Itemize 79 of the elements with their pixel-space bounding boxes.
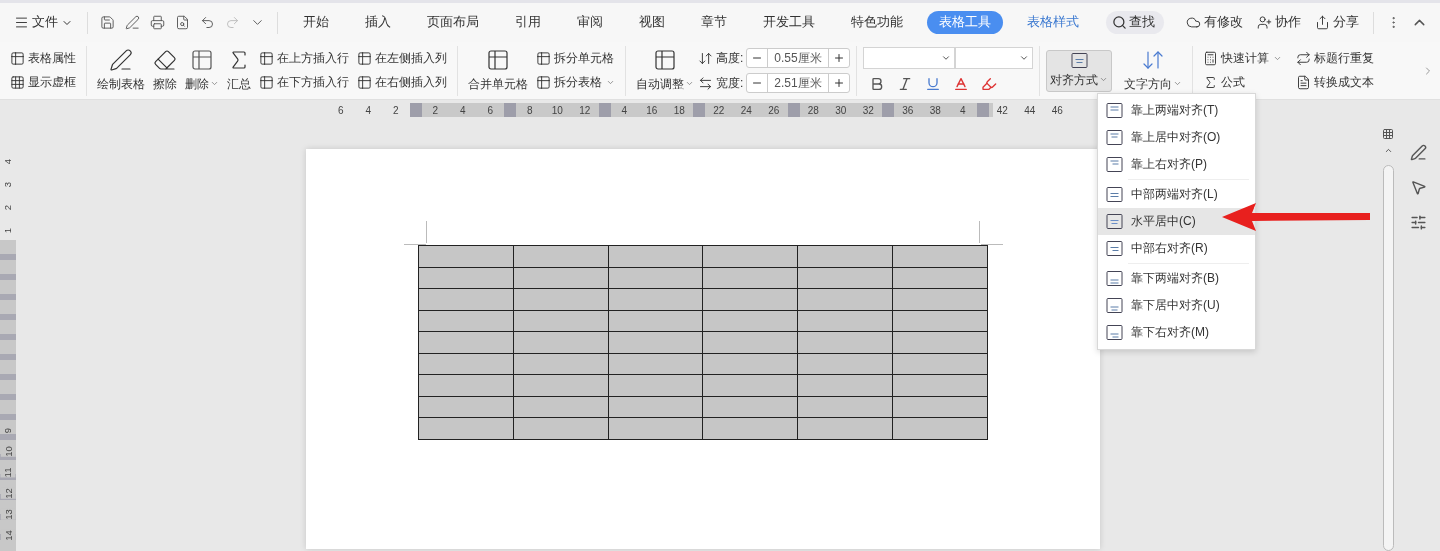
ruler-number: 6 bbox=[486, 104, 495, 116]
ruler-number: 30 bbox=[834, 104, 848, 116]
ruler-number: 2 bbox=[391, 104, 400, 116]
ruler-number: 44 bbox=[1023, 104, 1037, 116]
menu-tab[interactable]: 开始 bbox=[291, 11, 341, 34]
menu-tab[interactable]: 插入 bbox=[353, 11, 403, 34]
ruler-number: 46 bbox=[1050, 104, 1064, 116]
menu-item[interactable]: 靠上居中对齐(O) bbox=[1098, 124, 1255, 151]
ruler-number: 13 bbox=[0, 509, 16, 520]
menu-item[interactable]: 中部两端对齐(L) bbox=[1098, 181, 1255, 208]
ruler-number: 4 bbox=[620, 104, 629, 116]
menu-item[interactable]: 靠上右对齐(P) bbox=[1098, 151, 1255, 178]
ruler-number: 4 bbox=[458, 104, 467, 116]
menu-tab[interactable]: 特色功能 bbox=[839, 11, 915, 34]
ruler-number: 4 bbox=[1, 158, 15, 165]
ruler-number: 2 bbox=[431, 104, 440, 116]
file-menu[interactable]: 文件 bbox=[10, 11, 77, 34]
menu-tab[interactable]: 视图 bbox=[627, 11, 677, 34]
ribbon-button[interactable]: 汇总 bbox=[223, 45, 255, 96]
search-button[interactable]: 查找 bbox=[1106, 11, 1164, 34]
ruler-number: 22 bbox=[712, 104, 726, 116]
ruler-number: 14 bbox=[0, 530, 16, 541]
size-label: 宽度: bbox=[716, 74, 744, 92]
ruler-number: 10 bbox=[0, 446, 16, 457]
menu-item[interactable]: 靠下居中对齐(U) bbox=[1098, 292, 1255, 319]
ribbon-button[interactable]: 转换成文本 bbox=[1292, 73, 1379, 92]
text-direction-button[interactable]: 文字方向 bbox=[1120, 45, 1187, 96]
ruler-number: 8 bbox=[525, 104, 534, 116]
menu-item[interactable]: 中部右对齐(R) bbox=[1098, 235, 1255, 262]
ruler-number: 4 bbox=[958, 104, 967, 116]
size-label: 高度: bbox=[716, 49, 744, 67]
ribbon-button[interactable]: 绘制表格 bbox=[93, 45, 149, 96]
top-action[interactable]: 分享 bbox=[1311, 11, 1363, 34]
ruler-number: 6 bbox=[336, 104, 345, 116]
auto-fit-button[interactable]: 自动调整 bbox=[632, 45, 698, 96]
ruler-number: 2 bbox=[1, 204, 15, 211]
ribbon-button[interactable]: 标题行重复 bbox=[1292, 49, 1379, 68]
ribbon-button[interactable]: 显示虚框 bbox=[6, 73, 80, 92]
ruler-number: 12 bbox=[578, 104, 592, 116]
ruler-number: 42 bbox=[995, 104, 1009, 116]
merge-cells-button[interactable]: 合并单元格 bbox=[464, 45, 532, 96]
ruler-number: 10 bbox=[550, 104, 564, 116]
ribbon-button[interactable]: 拆分表格 bbox=[532, 73, 619, 92]
ribbon-button[interactable]: 在下方插入行 bbox=[255, 73, 353, 92]
menu-item[interactable]: 靠下两端对齐(B) bbox=[1098, 265, 1255, 292]
ruler-number: 38 bbox=[928, 104, 942, 116]
ruler-number: 36 bbox=[901, 104, 915, 116]
menu-tab[interactable]: 审阅 bbox=[565, 11, 615, 34]
menu-tab[interactable]: 引用 bbox=[503, 11, 553, 34]
ruler-number: 18 bbox=[672, 104, 686, 116]
ribbon-button[interactable]: 擦除 bbox=[149, 45, 181, 96]
ruler-number: 3 bbox=[1, 181, 15, 188]
ribbon-button[interactable]: 在上方插入行 bbox=[255, 49, 353, 68]
top-action[interactable]: 有修改 bbox=[1182, 11, 1247, 34]
ribbon-button[interactable]: 快速计算 bbox=[1199, 49, 1287, 68]
ribbon-button[interactable]: 公式 bbox=[1199, 73, 1287, 92]
menu-tab[interactable]: 页面布局 bbox=[415, 11, 491, 34]
menu-tab[interactable]: 表格样式 bbox=[1015, 11, 1091, 34]
ruler-number: 26 bbox=[767, 104, 781, 116]
ruler-number: 32 bbox=[861, 104, 875, 116]
ribbon-button[interactable]: 拆分单元格 bbox=[532, 49, 619, 68]
menu-tab[interactable]: 开发工具 bbox=[751, 11, 827, 34]
ribbon-button[interactable]: 在左侧插入列 bbox=[353, 49, 451, 68]
top-action[interactable]: 协作 bbox=[1253, 11, 1305, 34]
ribbon-button[interactable]: 在右侧插入列 bbox=[353, 73, 451, 92]
ribbon-button[interactable]: 表格属性 bbox=[6, 49, 80, 68]
ruler-number: 16 bbox=[645, 104, 659, 116]
ruler-number: 11 bbox=[0, 467, 16, 478]
ruler-number: 1 bbox=[1, 227, 15, 234]
menu-tab[interactable]: 章节 bbox=[689, 11, 739, 34]
ruler-number: 28 bbox=[806, 104, 820, 116]
menu-item[interactable]: 靠下右对齐(M) bbox=[1098, 319, 1255, 346]
ribbon-button[interactable]: 删除 bbox=[181, 45, 223, 96]
menu-item[interactable]: 水平居中(C) bbox=[1098, 208, 1255, 235]
ruler-number: 4 bbox=[364, 104, 373, 116]
menu-item[interactable]: 靠上两端对齐(T) bbox=[1098, 97, 1255, 124]
align-button[interactable]: 对齐方式 bbox=[1046, 49, 1113, 92]
ruler-number: 24 bbox=[739, 104, 753, 116]
ruler-number: 12 bbox=[0, 488, 16, 499]
